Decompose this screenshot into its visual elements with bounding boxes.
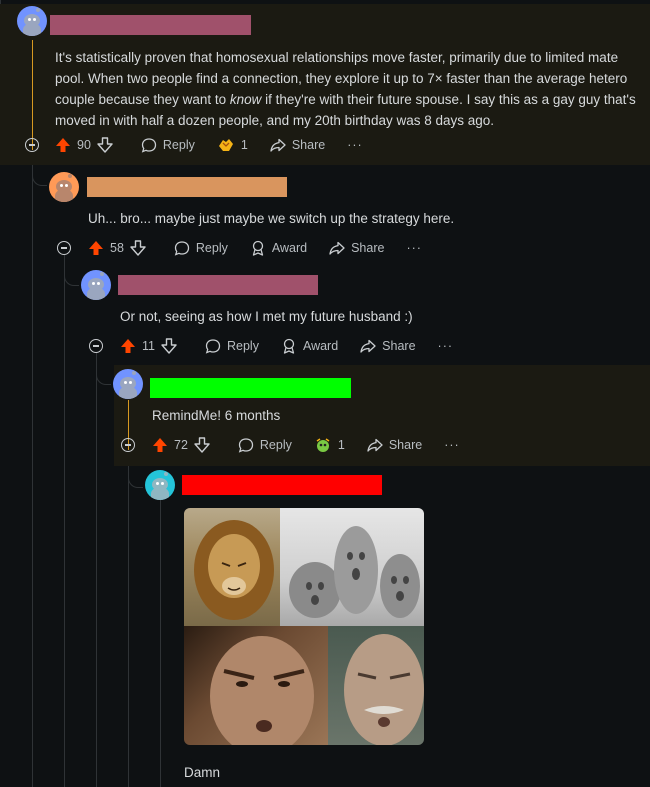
comment-body: Damn bbox=[184, 765, 221, 780]
comment-actions: 90 Reply 1 Share ··· bbox=[55, 133, 385, 157]
award-button[interactable]: Award bbox=[250, 240, 307, 256]
share-icon bbox=[270, 138, 286, 152]
reply-button[interactable]: Reply bbox=[174, 240, 228, 256]
upvote-icon[interactable] bbox=[55, 137, 71, 153]
downvote-icon[interactable] bbox=[194, 437, 210, 453]
downvote-icon[interactable] bbox=[97, 137, 113, 153]
collapse-icon[interactable] bbox=[121, 438, 135, 452]
reply-icon bbox=[141, 138, 157, 153]
vote-control: 72 bbox=[152, 437, 216, 453]
award-badge[interactable]: 1 bbox=[217, 137, 248, 153]
comment-body: Uh... bro... maybe just maybe we switch … bbox=[88, 211, 455, 226]
share-icon bbox=[329, 241, 345, 255]
comment-thread: It's statistically proven that homosexua… bbox=[0, 0, 650, 787]
comment-body: It's statistically proven that homosexua… bbox=[55, 50, 636, 128]
reply-icon bbox=[205, 339, 221, 354]
share-button[interactable]: Share bbox=[329, 240, 384, 256]
comment-body: RemindMe! 6 months bbox=[152, 408, 281, 423]
collapse-icon[interactable] bbox=[25, 138, 39, 152]
share-button[interactable]: Share bbox=[367, 437, 422, 453]
vote-control: 58 bbox=[88, 240, 152, 256]
avatar[interactable] bbox=[17, 6, 47, 36]
thread-line[interactable] bbox=[64, 255, 65, 787]
share-button[interactable]: Share bbox=[360, 338, 416, 354]
award-badge[interactable]: 1 bbox=[314, 437, 345, 453]
score: 90 bbox=[77, 138, 91, 152]
avatar[interactable] bbox=[145, 470, 175, 500]
thread-line[interactable] bbox=[96, 352, 97, 787]
award-icon bbox=[316, 438, 330, 452]
more-options-button[interactable]: ··· bbox=[406, 241, 422, 255]
upvote-icon[interactable] bbox=[152, 437, 168, 453]
share-icon bbox=[360, 339, 376, 353]
share-icon bbox=[367, 438, 383, 452]
score: 11 bbox=[142, 339, 155, 353]
username-redacted[interactable] bbox=[182, 475, 382, 495]
comment-actions: 58 Reply Award Share ··· bbox=[88, 236, 444, 260]
more-options-button[interactable]: ··· bbox=[347, 138, 363, 152]
reply-button[interactable]: Reply bbox=[205, 338, 259, 354]
username-redacted[interactable] bbox=[118, 275, 318, 295]
score: 58 bbox=[110, 241, 124, 255]
award-button[interactable]: Award bbox=[281, 338, 338, 354]
score: 72 bbox=[174, 438, 188, 452]
upvote-icon[interactable] bbox=[88, 240, 104, 256]
award-icon bbox=[252, 240, 264, 256]
username-redacted[interactable] bbox=[150, 378, 351, 398]
award-icon bbox=[283, 338, 295, 354]
avatar[interactable] bbox=[49, 172, 79, 202]
comment-actions: 11 Reply Award Share ··· bbox=[120, 334, 475, 358]
comment-actions: 72 Reply 1 Share ··· bbox=[152, 433, 482, 457]
reply-icon bbox=[174, 241, 190, 256]
meme-panel-old-man bbox=[328, 626, 424, 745]
reply-icon bbox=[238, 438, 254, 453]
vote-control: 90 bbox=[55, 137, 119, 153]
meme-panel-lion bbox=[184, 508, 280, 626]
downvote-icon[interactable] bbox=[130, 240, 146, 256]
meme-panel-rocks bbox=[280, 508, 424, 626]
collapse-icon[interactable] bbox=[89, 339, 103, 353]
meme-image[interactable] bbox=[184, 508, 424, 745]
avatar[interactable] bbox=[81, 270, 111, 300]
award-icon bbox=[218, 139, 233, 151]
thread-line[interactable] bbox=[160, 500, 161, 787]
thread-line[interactable] bbox=[32, 150, 33, 787]
comment-body: Or not, seeing as how I met my future hu… bbox=[120, 309, 413, 324]
more-options-button[interactable]: ··· bbox=[444, 438, 460, 452]
avatar[interactable] bbox=[113, 369, 143, 399]
thread-line[interactable] bbox=[128, 452, 129, 787]
reply-button[interactable]: Reply bbox=[141, 137, 195, 153]
upvote-icon[interactable] bbox=[120, 338, 136, 354]
vote-control: 11 bbox=[120, 338, 183, 354]
more-options-button[interactable]: ··· bbox=[438, 339, 454, 353]
reply-button[interactable]: Reply bbox=[238, 437, 292, 453]
share-button[interactable]: Share bbox=[270, 137, 325, 153]
collapse-icon[interactable] bbox=[57, 241, 71, 255]
downvote-icon[interactable] bbox=[161, 338, 177, 354]
username-redacted[interactable] bbox=[87, 177, 287, 197]
username-redacted[interactable] bbox=[50, 15, 251, 35]
meme-panel-man bbox=[184, 626, 328, 745]
